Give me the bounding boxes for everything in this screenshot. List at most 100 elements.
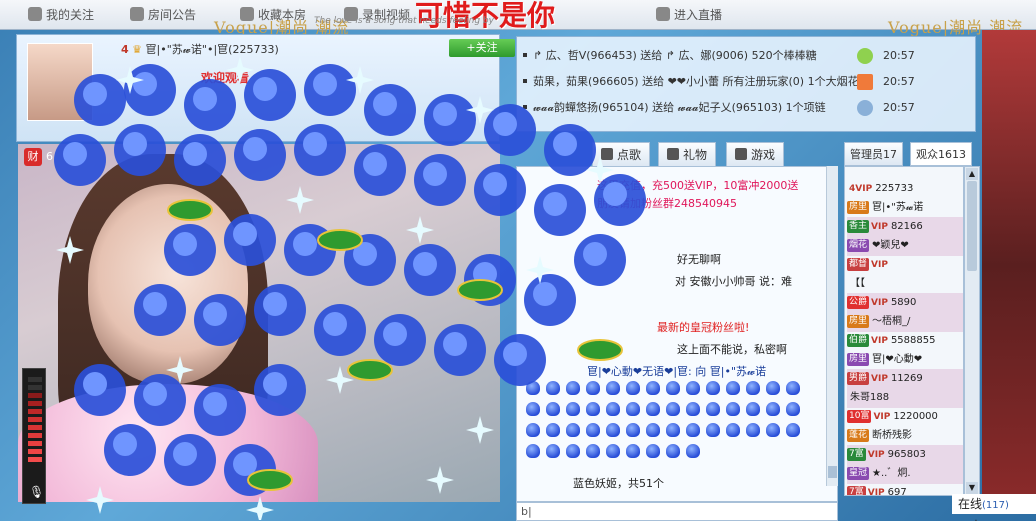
chat-input[interactable]: b|	[516, 502, 838, 521]
user-rank-badge: 都督	[847, 258, 870, 271]
rose-gift-icon	[586, 402, 600, 416]
rose-gift-icon	[586, 423, 600, 437]
rose-gift-icon	[626, 381, 640, 395]
vip-badge: VIP	[871, 298, 888, 308]
rose-gift-icon	[686, 381, 700, 395]
tab-games[interactable]: 游戏	[726, 142, 785, 166]
user-name: 11269	[890, 373, 923, 384]
mic-level-segment	[28, 377, 42, 382]
rose-gift-icon	[766, 402, 780, 416]
user-name: 5890	[890, 297, 917, 308]
user-name: 〜梧桐_/	[872, 316, 911, 327]
user-list-item[interactable]: 7富 VIP 697	[847, 483, 963, 496]
online-count[interactable]: 在线(117) 申	[952, 494, 1036, 521]
host-nickname: 冟|•"苏𝔀诺"•|冟(225733)	[145, 43, 279, 56]
user-name: 965803	[887, 449, 926, 460]
gift-time: 20:57	[883, 101, 915, 114]
vip-badge: VIP	[873, 412, 891, 422]
gift-announcement: 𝔀𝓪𝓪韵蟬悠扬(965104) 送给 𝔀𝓪𝓪妃子乂(965103) 1个项链	[523, 99, 826, 117]
tab-song-request[interactable]: 点歌	[592, 142, 651, 166]
rose-gift-icon	[766, 381, 780, 395]
tab-admins[interactable]: 管理员17	[844, 142, 903, 166]
user-list-item[interactable]: 皇冠 ★..゛炯.	[847, 464, 963, 484]
chat-notice: 朋友请加粉丝群248540945	[597, 197, 737, 210]
user-list-item[interactable]: 公爵 VIP 5890	[847, 293, 963, 313]
follow-button[interactable]: +关注	[449, 39, 515, 57]
user-list-item[interactable]: 房里 冟|❤心動❤	[847, 350, 963, 370]
tab-audience[interactable]: 观众1613	[910, 142, 972, 166]
bullet-icon	[523, 105, 527, 109]
rose-gift-icon	[526, 402, 540, 416]
necklace-gift-icon	[857, 100, 873, 116]
bullet-icon	[523, 53, 527, 57]
user-list-item[interactable]: 香主 VIP 82166	[847, 217, 963, 237]
chat-message: 冟|❤心動❤无语❤|冟: 向 冟|•"苏𝔀诺	[587, 365, 767, 378]
user-list-item[interactable]: 房里 〜梧桐_/	[847, 312, 963, 332]
user-list-scrollbar[interactable]: ▲ ▼	[964, 166, 980, 496]
rose-gift-icon	[666, 444, 680, 458]
top-toolbar: 我的关注 房间公告 收藏本房 录制视频 可惜不是你 进入直播 Vogue|潮尚 …	[0, 0, 1036, 37]
toolbar-item-follow[interactable]: 我的关注	[28, 6, 94, 24]
chat-scroll-thumb[interactable]	[828, 466, 837, 478]
gift-time: 20:57	[883, 75, 915, 88]
rose-gift-icon	[726, 402, 740, 416]
vip-badge: VIP	[871, 374, 888, 384]
user-list-item[interactable]: 7富 VIP 965803	[847, 445, 963, 465]
user-list-scroll-thumb[interactable]	[967, 181, 977, 271]
public-chat-panel[interactable]: 这里充值，充500送VIP，10富冲2000送 朋友请加粉丝群248540945…	[516, 166, 838, 502]
user-name: 697	[887, 487, 907, 496]
rose-gift-icon	[626, 444, 640, 458]
rose-gift-icon	[666, 423, 680, 437]
user-list-item[interactable]: 房里 冟|•"苏𝔀诺	[847, 198, 963, 218]
rose-gift-icon	[566, 381, 580, 395]
mic-volume-meter[interactable]: 🎙	[22, 368, 46, 504]
scroll-down-icon[interactable]: ▼	[966, 482, 978, 494]
user-rank-badge: 房里	[847, 201, 870, 214]
user-name: 冟|•"苏𝔀诺	[872, 202, 924, 213]
tab-gifts[interactable]: 礼物	[658, 142, 717, 166]
user-list-item[interactable]: 伯爵 VIP 5588855	[847, 331, 963, 351]
toolbar-item-live[interactable]: 进入直播	[656, 6, 722, 24]
user-name: 82166	[890, 221, 923, 232]
rose-gift-icon	[666, 381, 680, 395]
rose-gift-icon	[706, 402, 720, 416]
user-list[interactable]: 4VIP 225733 房里 冟|•"苏𝔀诺 香主 VIP 82166 烟花 ❤颖兒❤ 都督 VIP…	[844, 166, 964, 496]
rose-gift-icon	[626, 402, 640, 416]
user-list-item[interactable]: 10富 VIP 1220000	[847, 407, 963, 427]
microphone-icon[interactable]: 🎙	[29, 485, 44, 499]
user-list-item[interactable]: 都督 VIP	[847, 255, 963, 275]
mic-level-segment	[28, 385, 42, 390]
rose-gift-icon	[566, 423, 580, 437]
gift-icon	[667, 148, 679, 160]
host-name: 4 ♛ 冟|•"苏𝔀诺"•|冟(225733)	[121, 41, 279, 57]
user-name: 1220000	[893, 411, 938, 422]
toolbar-item-notice[interactable]: 房间公告	[130, 6, 196, 24]
chat-scrollbar[interactable]	[826, 166, 838, 486]
rose-gift-icon	[606, 423, 620, 437]
host-avatar[interactable]	[27, 43, 93, 121]
user-list-item[interactable]: 朱哥188	[847, 388, 963, 408]
user-rank-badge: 7富	[847, 448, 866, 461]
user-rank-badge: 房里	[847, 353, 870, 366]
vip-badge: VIP	[867, 488, 885, 496]
music-icon	[601, 148, 613, 160]
user-list-item[interactable]: 【【	[847, 274, 963, 294]
gift-announcement: ↱ 広、哲V(966453) 送给 ↱ 広、娜(9006) 520个棒棒糖	[523, 47, 817, 65]
video-face	[88, 184, 248, 384]
rose-gift-icon	[646, 423, 660, 437]
user-list-item[interactable]: 蓬花 断桥残影	[847, 426, 963, 446]
scroll-up-icon[interactable]: ▲	[966, 168, 978, 180]
vip-badge: VIP	[871, 260, 888, 270]
user-rank-badge: 男爵	[847, 372, 870, 385]
user-name: 冟|❤心動❤	[872, 354, 923, 365]
user-list-item[interactable]: 男爵 VIP 11269	[847, 369, 963, 389]
mic-level-segment	[28, 409, 42, 414]
rose-gift-icon	[786, 402, 800, 416]
user-list-item[interactable]: 烟花 ❤颖兒❤	[847, 236, 963, 256]
online-count-value: (117)	[982, 500, 1009, 511]
rose-gift-icon	[646, 444, 660, 458]
user-list-item[interactable]: 4VIP 225733	[847, 179, 963, 199]
live-video[interactable]: 财 6	[18, 144, 500, 502]
rose-gift-icon	[626, 423, 640, 437]
wealth-badge: 财	[24, 148, 42, 166]
